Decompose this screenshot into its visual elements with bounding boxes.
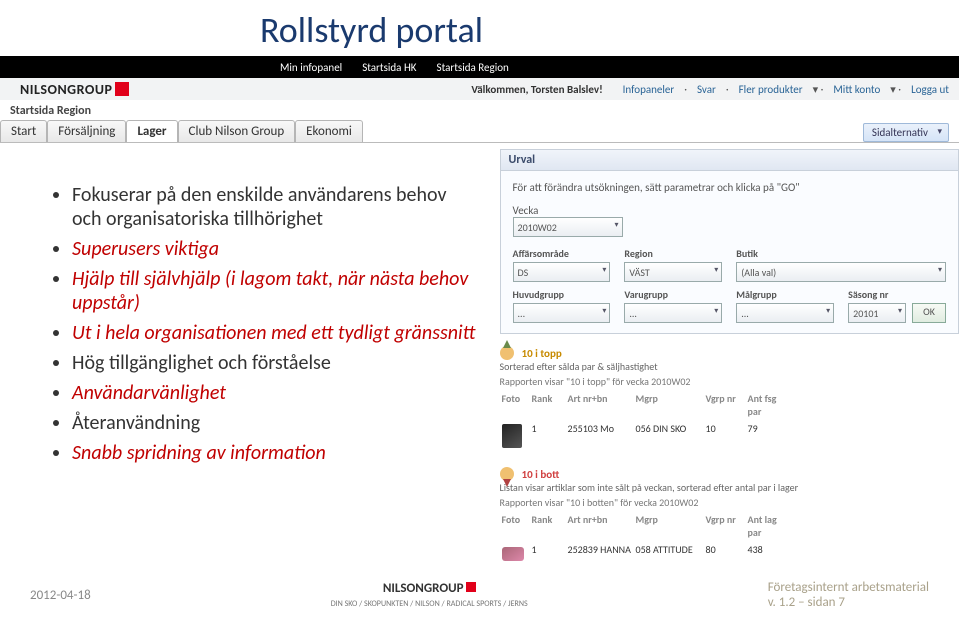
- tab-start[interactable]: Start: [0, 120, 47, 142]
- vecka-select[interactable]: 2010W02: [513, 217, 623, 237]
- bullet: Ut i hela organisationen med ett tydligt…: [72, 321, 480, 345]
- tab-forsaljning[interactable]: Försäljning: [47, 120, 126, 142]
- panel-hint: För att förändra utsökningen, sätt param…: [513, 181, 946, 194]
- report-top-table: FotoRankArt nr+bnMgrpVgrp nrAnt fsg par …: [500, 390, 959, 455]
- report-top-title: 10 i topp: [522, 347, 562, 360]
- tab-strip: Start Försäljning Lager Club Nilson Grou…: [0, 120, 959, 143]
- mg-select[interactable]: ...: [736, 303, 834, 323]
- bullet: Snabb spridning av information: [72, 441, 480, 465]
- mg-label: Målgrupp: [736, 288, 834, 301]
- tab-club[interactable]: Club Nilson Group: [178, 120, 296, 142]
- report-bot-sub: Listan visar artiklar som inte sålt på v…: [500, 481, 959, 494]
- slide-footer: 2012-04-18 NILSONGROUP DIN SKO / SKOPUNK…: [0, 570, 959, 616]
- product-thumb-icon: [502, 424, 522, 448]
- topnav-item[interactable]: Min infopanel: [280, 61, 342, 74]
- footer-date: 2012-04-18: [30, 588, 91, 603]
- link-fler-produkter[interactable]: Fler produkter: [739, 83, 803, 96]
- topnav-item[interactable]: Startsida Region: [437, 61, 509, 74]
- bullet: Superusers viktiga: [72, 237, 480, 261]
- link-mitt-konto[interactable]: Mitt konto: [833, 83, 880, 96]
- filter-panel: Urval För att förändra utsökningen, sätt…: [500, 149, 959, 334]
- footer-note: Företagsinternt arbetsmaterialv. 1.2 – s…: [768, 580, 929, 610]
- top-nav-bar: Min infopanel Startsida HK Startsida Reg…: [0, 56, 959, 78]
- report-top-sub: Sorterad efter sålda par & säljhastighet: [500, 360, 959, 373]
- sasong-label: Säsong nr: [848, 288, 906, 301]
- topnav-item[interactable]: Startsida HK: [362, 61, 416, 74]
- slide-title: Rollstyrd portal: [260, 8, 959, 52]
- hg-label: Huvudgrupp: [513, 288, 611, 301]
- header-bar: NILSONGROUP Välkommen, Torsten Balslev! …: [0, 78, 959, 100]
- vg-select[interactable]: ...: [624, 303, 722, 323]
- report-bot-hdr: Rapporten visar "10 i botten" för vecka …: [500, 496, 959, 509]
- brand-logo: NILSONGROUP: [10, 81, 139, 98]
- bullet: Hjälp till självhjälp (i lagom takt, när…: [72, 267, 480, 315]
- report-top: 10 i topp Sorterad efter sålda par & säl…: [500, 346, 959, 455]
- link-logga-ut[interactable]: Logga ut: [911, 83, 949, 96]
- link-infopaneler[interactable]: Infopaneler: [623, 83, 675, 96]
- arrow-up-icon: [500, 346, 514, 360]
- region-select[interactable]: VÄST: [624, 262, 722, 282]
- page-options-dropdown[interactable]: Sidalternativ: [863, 123, 949, 142]
- report-bot-table: FotoRankArt nr+bnMgrpVgrp nrAnt lag par …: [500, 511, 959, 570]
- bullet: Hög tillgänglighet och förståelse: [72, 351, 480, 375]
- report-bot-title: 10 i bott: [522, 468, 560, 481]
- panel-title: Urval: [501, 150, 958, 171]
- ok-button[interactable]: OK: [912, 303, 946, 323]
- aff-select[interactable]: DS: [513, 262, 611, 282]
- footer-logo: NILSONGROUP DIN SKO / SKOPUNKTEN / NILSO…: [331, 581, 528, 609]
- aff-label: Affärsområde: [513, 247, 611, 260]
- report-bot: 10 i bott Listan visar artiklar som inte…: [500, 467, 959, 570]
- bullet: Fokuserar på den enskilde användarens be…: [72, 183, 480, 231]
- vecka-label: Vecka: [513, 204, 539, 217]
- bullet: Användarvänlighet: [72, 381, 480, 405]
- region-label: Region: [624, 247, 722, 260]
- tab-ekonomi[interactable]: Ekonomi: [295, 120, 363, 142]
- report-top-hdr: Rapporten visar "10 i topp" för vecka 20…: [500, 375, 959, 388]
- product-thumb-icon: [502, 547, 524, 561]
- breadcrumb: Startsida Region: [10, 104, 959, 118]
- bullet: Återanvändning: [72, 411, 480, 435]
- bullet-list: Fokuserar på den enskilde användarens be…: [50, 183, 480, 465]
- butik-label: Butik: [736, 247, 946, 260]
- arrow-down-icon: [500, 467, 514, 481]
- hg-select[interactable]: ...: [513, 303, 611, 323]
- welcome-text: Välkommen, Torsten Balslev!: [471, 83, 602, 96]
- sasong-select[interactable]: 20101: [848, 303, 906, 323]
- butik-select[interactable]: (Alla val): [736, 262, 946, 282]
- tab-lager[interactable]: Lager: [126, 120, 177, 142]
- vg-label: Varugrupp: [624, 288, 722, 301]
- link-svar[interactable]: Svar: [697, 83, 716, 96]
